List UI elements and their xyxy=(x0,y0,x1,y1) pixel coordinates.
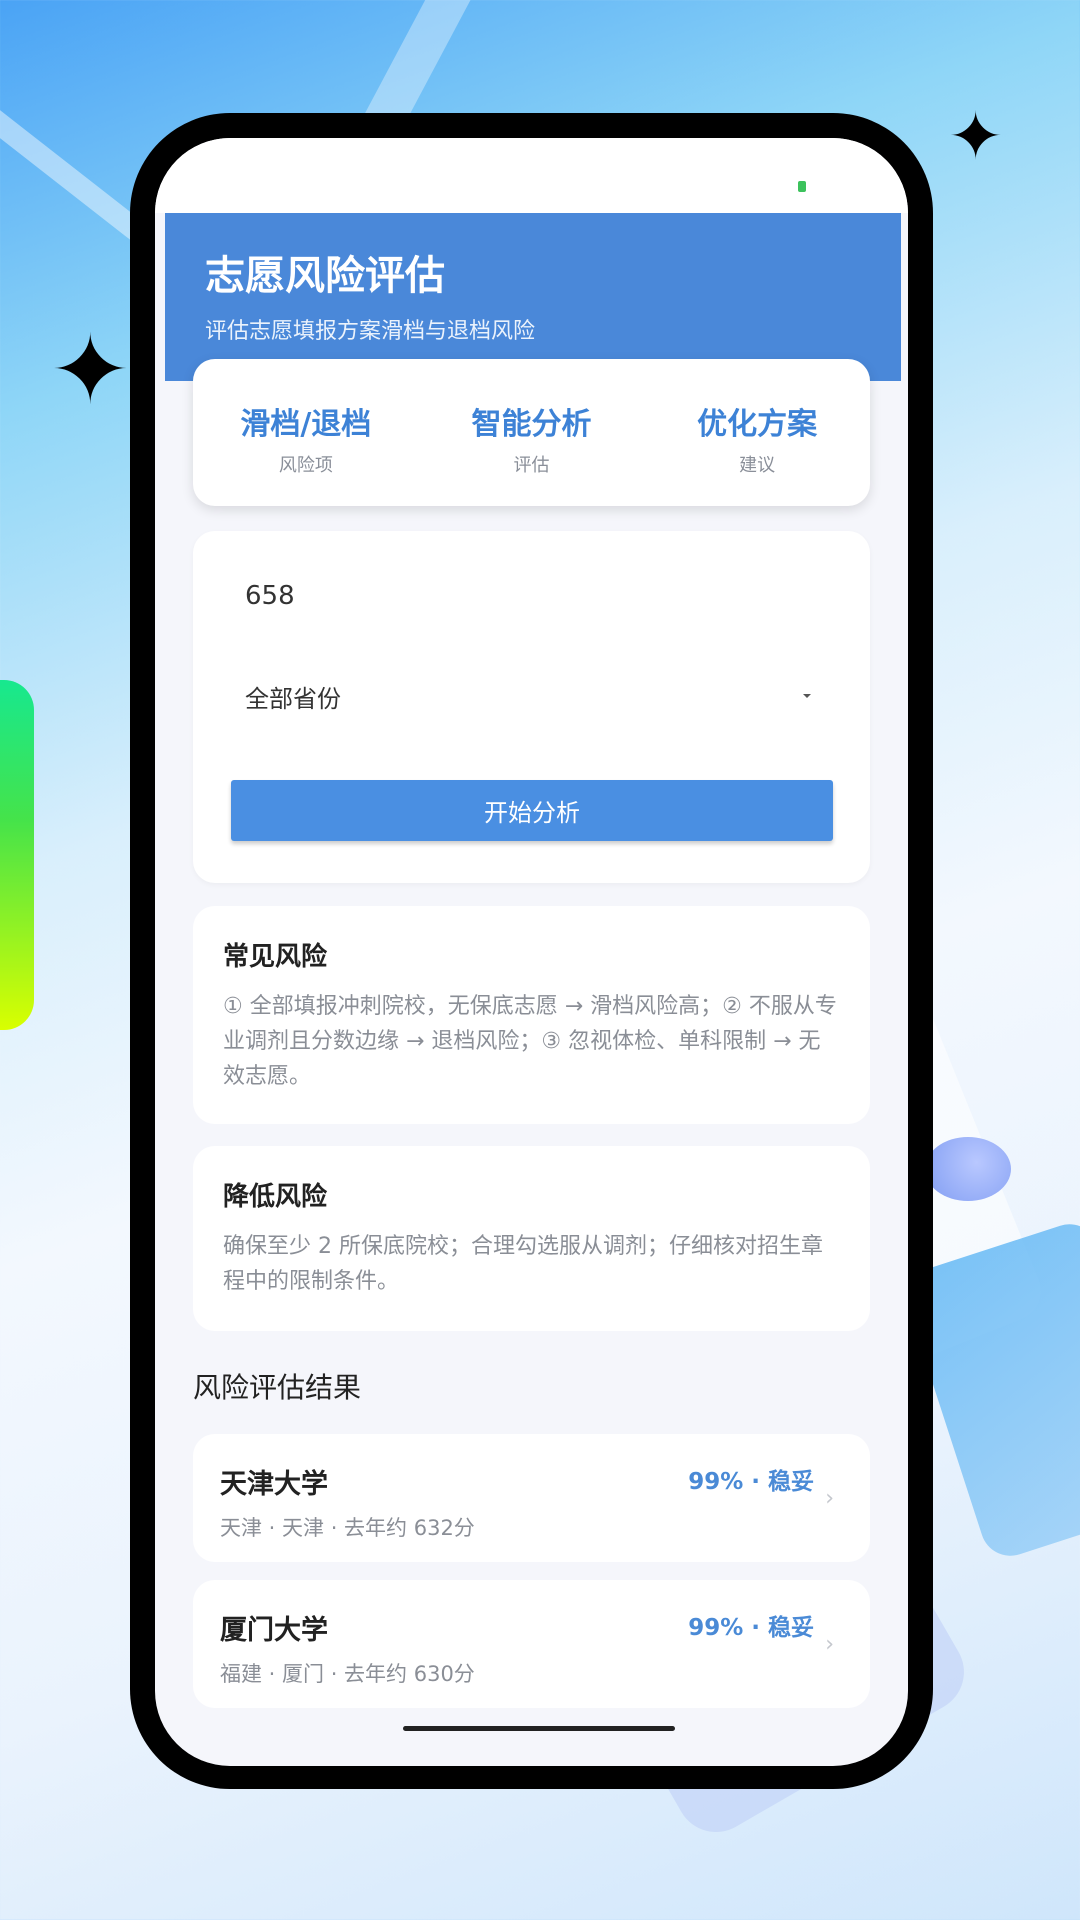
university-meta: 天津 · 天津 · 去年约 632分 xyxy=(220,1516,475,1540)
caret-down-icon xyxy=(803,694,811,698)
feature-smart-analysis: 智能分析 评估 xyxy=(419,359,645,506)
page-title: 志愿风险评估 xyxy=(205,253,445,299)
page-header: 志愿风险评估 评估志愿填报方案滑档与退档风险 xyxy=(165,213,901,381)
chevron-right-icon: › xyxy=(825,1486,834,1511)
risk-score: 99% · 稳妥 xyxy=(688,1615,814,1641)
province-selected-value: 全部省份 xyxy=(245,684,341,713)
background-gradient-bar xyxy=(0,680,34,1030)
province-select[interactable]: 全部省份 xyxy=(245,671,815,721)
home-indicator[interactable] xyxy=(403,1726,675,1731)
card-title: 降低风险 xyxy=(223,1182,328,1212)
feature-subtitle: 评估 xyxy=(513,455,550,476)
result-item[interactable]: 天津大学 天津 · 天津 · 去年约 632分 99% · 稳妥 › xyxy=(193,1434,870,1562)
university-name: 天津大学 xyxy=(220,1469,328,1500)
feature-title: 智能分析 xyxy=(471,407,592,442)
university-meta: 福建 · 厦门 · 去年约 630分 xyxy=(220,1662,475,1686)
score-input[interactable] xyxy=(245,571,805,621)
card-title: 常见风险 xyxy=(223,942,328,972)
background-oval xyxy=(925,1137,1011,1201)
risk-score: 99% · 稳妥 xyxy=(688,1469,814,1495)
analysis-form: 全部省份 开始分析 xyxy=(193,531,870,883)
feature-title: 滑档/退档 xyxy=(240,407,372,442)
feature-card: 滑档/退档 风险项 智能分析 评估 优化方案 建议 xyxy=(193,359,870,506)
feature-subtitle: 建议 xyxy=(739,455,776,476)
start-analysis-button[interactable]: 开始分析 xyxy=(231,780,833,841)
results-section-title: 风险评估结果 xyxy=(193,1371,362,1404)
reduce-risks-card: 降低风险 确保至少 2 所保底院校；合理勾选服从调剂；仔细核对招生章程中的限制条… xyxy=(193,1146,870,1331)
feature-optimization: 优化方案 建议 xyxy=(644,359,870,506)
status-bar xyxy=(155,138,908,213)
chevron-right-icon: › xyxy=(825,1632,834,1657)
battery-icon xyxy=(798,181,806,192)
card-text: ① 全部填报冲刺院校，无保底志愿 → 滑档风险高；② 不服从专业调剂且分数边缘 … xyxy=(223,994,837,1089)
sparkle-icon: ✦ xyxy=(948,98,1004,175)
feature-title: 优化方案 xyxy=(697,407,818,442)
card-text: 确保至少 2 所保底院校；合理勾选服从调剂；仔细核对招生章程中的限制条件。 xyxy=(223,1234,823,1294)
feature-risk-items: 滑档/退档 风险项 xyxy=(193,359,419,506)
university-name: 厦门大学 xyxy=(220,1615,328,1646)
page-subtitle: 评估志愿填报方案滑档与退档风险 xyxy=(205,319,536,344)
result-item[interactable]: 厦门大学 福建 · 厦门 · 去年约 630分 99% · 稳妥 › xyxy=(193,1580,870,1708)
phone-screen: 志愿风险评估 评估志愿填报方案滑档与退档风险 滑档/退档 风险项 智能分析 评估… xyxy=(155,138,908,1766)
common-risks-card: 常见风险 ① 全部填报冲刺院校，无保底志愿 → 滑档风险高；② 不服从专业调剂且… xyxy=(193,906,870,1124)
sparkle-icon: ✦ xyxy=(50,314,131,426)
feature-subtitle: 风险项 xyxy=(278,455,333,476)
